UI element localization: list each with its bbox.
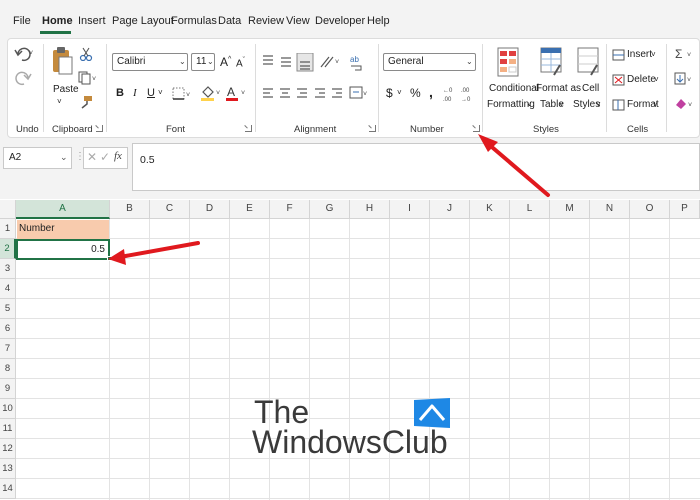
arrow-to-cell-a2 bbox=[108, 241, 200, 265]
windows-logo-icon bbox=[414, 398, 450, 428]
arrow-to-number-launcher bbox=[478, 134, 550, 197]
watermark-line2: WindowsClub bbox=[252, 424, 448, 460]
